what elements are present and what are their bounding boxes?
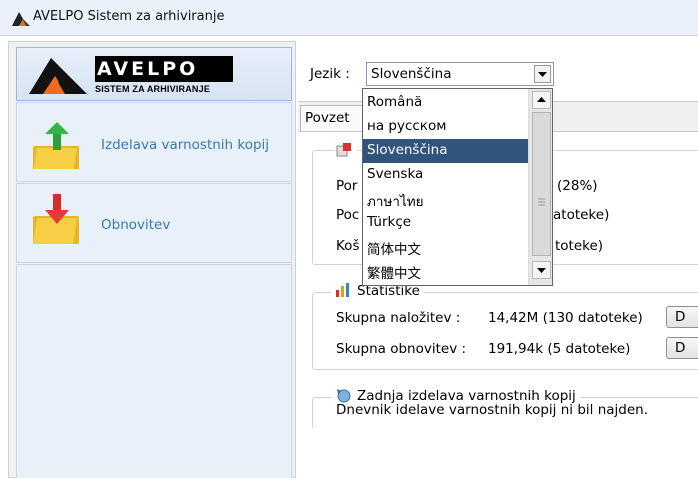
option-label: Slovenščina (367, 142, 448, 158)
language-option-selected[interactable]: Slovenščina (363, 139, 528, 163)
sidebar-item-label: Obnovitev (101, 217, 171, 233)
language-option[interactable]: Svenska (363, 163, 528, 187)
statistics-group: Statistike (312, 283, 698, 370)
upload-details-button[interactable]: D (666, 306, 698, 328)
overview-row-value: atoteke) (553, 207, 610, 223)
stat-restore-value: 191,94k (5 datoteke) (488, 341, 631, 357)
app-logo-icon (12, 12, 30, 26)
dropdown-toggle-button[interactable] (534, 65, 551, 83)
sidebar-item-restore[interactable]: Obnovitev (16, 183, 292, 263)
grip-icon (538, 198, 545, 206)
button-label: D (675, 309, 686, 325)
option-label: Svenska (367, 166, 424, 182)
language-select-value: Slovenščina (371, 66, 452, 82)
folder-upload-icon (33, 122, 79, 169)
window-title: AVELPO Sistem za arhiviranje (33, 9, 225, 24)
overview-row-label: Koš (336, 238, 360, 254)
option-label: ภาษาไทย (367, 194, 424, 210)
language-option[interactable]: Türkçe (363, 211, 528, 235)
language-dropdown-list[interactable]: Română на русском Slovenščina Svenska ภา… (362, 88, 553, 286)
stat-upload-label: Skupna naložitev : (336, 310, 461, 326)
folder-download-icon (33, 194, 79, 244)
avelpo-mark-icon (29, 58, 87, 94)
arrow-down-icon (537, 268, 546, 273)
overview-icon (335, 143, 357, 161)
chevron-down-icon (538, 72, 547, 77)
title-bar: AVELPO Sistem za arhiviranje (0, 0, 698, 36)
last-backup-message: Dnevnik idelave varnostnih kopij ni bil … (336, 402, 648, 418)
sidebar-item-label: Izdelava varnostnih kopij (101, 137, 270, 153)
sidebar-item-backup[interactable]: Izdelava varnostnih kopij (16, 102, 292, 182)
logo-subtitle: SISTEM ZA ARHIVIRANJE (95, 84, 211, 94)
option-label: 简体中文 (367, 242, 421, 258)
history-icon (337, 389, 351, 403)
language-option[interactable]: на русском (363, 115, 528, 139)
stat-restore-label: Skupna obnovitev : (336, 341, 467, 357)
brand-logo: AVELPO SISTEM ZA ARHIVIRANJE (16, 47, 292, 101)
scroll-thumb[interactable] (532, 112, 551, 256)
overview-row-label: Por (336, 178, 358, 194)
language-option[interactable]: ภาษาไทย (363, 187, 528, 211)
overview-row-value: (28%) (557, 178, 598, 194)
option-label: на русском (367, 118, 447, 134)
arrow-up-icon (537, 97, 546, 102)
option-label: 繁體中文 (367, 266, 421, 282)
scroll-down-button[interactable] (532, 261, 551, 279)
sidebar-empty-area (16, 264, 292, 478)
tab-label: Povzet (305, 110, 350, 126)
language-label: Jezik : (310, 66, 350, 82)
stat-upload-value: 14,42M (130 datoteke) (488, 310, 643, 326)
logo-word: AVELPO (97, 58, 199, 80)
language-option[interactable]: 简体中文 (363, 235, 528, 259)
restore-details-button[interactable]: D (666, 337, 698, 359)
overview-row-label: Poc (336, 207, 360, 223)
option-label: Türkçe (367, 214, 412, 230)
dropdown-scrollbar[interactable] (528, 89, 552, 285)
scroll-up-button[interactable] (532, 91, 551, 109)
logo-wordmark: AVELPO (95, 56, 233, 82)
button-label: D (675, 340, 686, 356)
bar-chart-icon (336, 283, 349, 297)
language-option[interactable]: 繁體中文 (363, 259, 528, 283)
language-option[interactable]: Română (363, 91, 528, 115)
option-label: Română (367, 94, 423, 110)
overview-row-value: toteke) (555, 238, 604, 254)
language-select[interactable]: Slovenščina (366, 62, 554, 86)
